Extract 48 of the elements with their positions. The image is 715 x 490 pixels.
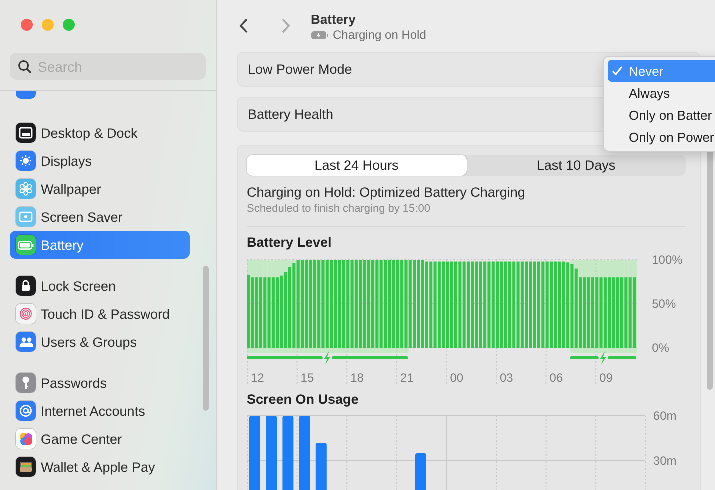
chart-title: Screen On Usage (247, 392, 360, 407)
sidebar-item[interactable]: Users & Groups (10, 328, 190, 356)
time-axis-label: 18 (350, 371, 364, 385)
percent-axis-label: 0% (652, 341, 670, 355)
minutes-axis-label: 60m (653, 409, 677, 423)
sidebar-item[interactable]: Passwords (10, 369, 190, 397)
sidebar-item[interactable]: Desktop & Dock (10, 119, 190, 147)
checkmark-icon (612, 66, 623, 76)
time-axis-label: 21 (400, 371, 414, 385)
sidebar-item[interactable]: Internet Accounts (10, 397, 190, 425)
sidebar-item[interactable]: Wallet & Apple Pay (10, 453, 190, 481)
battery-icon (311, 30, 329, 40)
sidebar-item[interactable]: Wallpaper (10, 175, 190, 203)
setting-label: Low Power Mode (248, 62, 352, 77)
percent-axis-label: 100% (652, 254, 683, 267)
percent-axis-label: 50% (652, 297, 676, 311)
time-axis-label: 03 (500, 371, 514, 385)
minutes-axis-label: 30m (653, 454, 677, 468)
screen-usage-bar (316, 443, 327, 490)
sidebar-item[interactable]: Game Center (10, 425, 190, 453)
time-axis-label: 15 (300, 371, 314, 385)
sidebar-item[interactable]: Touch ID & Password (10, 300, 190, 328)
zoom-button[interactable] (63, 19, 75, 31)
screen-usage-bar (416, 454, 426, 490)
range-tab[interactable]: Last 24 Hours (247, 155, 466, 176)
time-axis-label: 12 (251, 371, 264, 385)
sidebar-item[interactable]: Battery (10, 231, 190, 259)
chart-title: Battery Level (247, 235, 333, 250)
search-icon (18, 60, 32, 74)
close-button[interactable] (21, 19, 33, 31)
range-tab[interactable]: Last 10 Days (466, 155, 686, 176)
charging-status-detail: Scheduled to finish charging by 15:00 (247, 203, 432, 215)
setting-label: Battery Health (248, 107, 334, 122)
minimize-button[interactable] (42, 19, 54, 31)
scrollbar-thumb[interactable] (707, 150, 713, 390)
back-icon[interactable] (239, 18, 249, 34)
time-axis-label: 06 (550, 371, 564, 385)
charging-indicator (570, 351, 637, 365)
scrollbar-thumb[interactable] (203, 266, 209, 411)
time-axis-label: 00 (450, 371, 464, 385)
forward-icon[interactable] (281, 18, 291, 34)
sidebar-item[interactable]: Screen Saver (10, 203, 190, 231)
window-title: Battery (311, 12, 357, 27)
charging-status-title: Charging on Hold: Optimized Battery Charging (247, 185, 526, 200)
sidebar-item[interactable]: Lock Screen (10, 272, 190, 300)
charging-status-text: Charging on Hold (333, 28, 426, 42)
time-axis-label: 09 (600, 371, 613, 385)
sidebar-item[interactable]: Displays (10, 147, 190, 175)
